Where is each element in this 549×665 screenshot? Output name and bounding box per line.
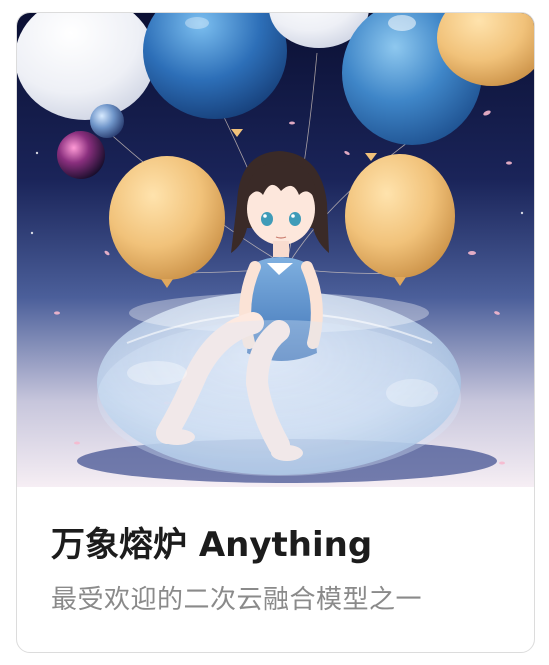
- model-preview-image: [17, 13, 534, 487]
- model-card[interactable]: 万象熔炉 Anything 最受欢迎的二次云融合模型之一: [16, 12, 535, 653]
- model-title: 万象熔炉 Anything: [51, 525, 373, 565]
- model-description: 最受欢迎的二次云融合模型之一: [51, 585, 423, 615]
